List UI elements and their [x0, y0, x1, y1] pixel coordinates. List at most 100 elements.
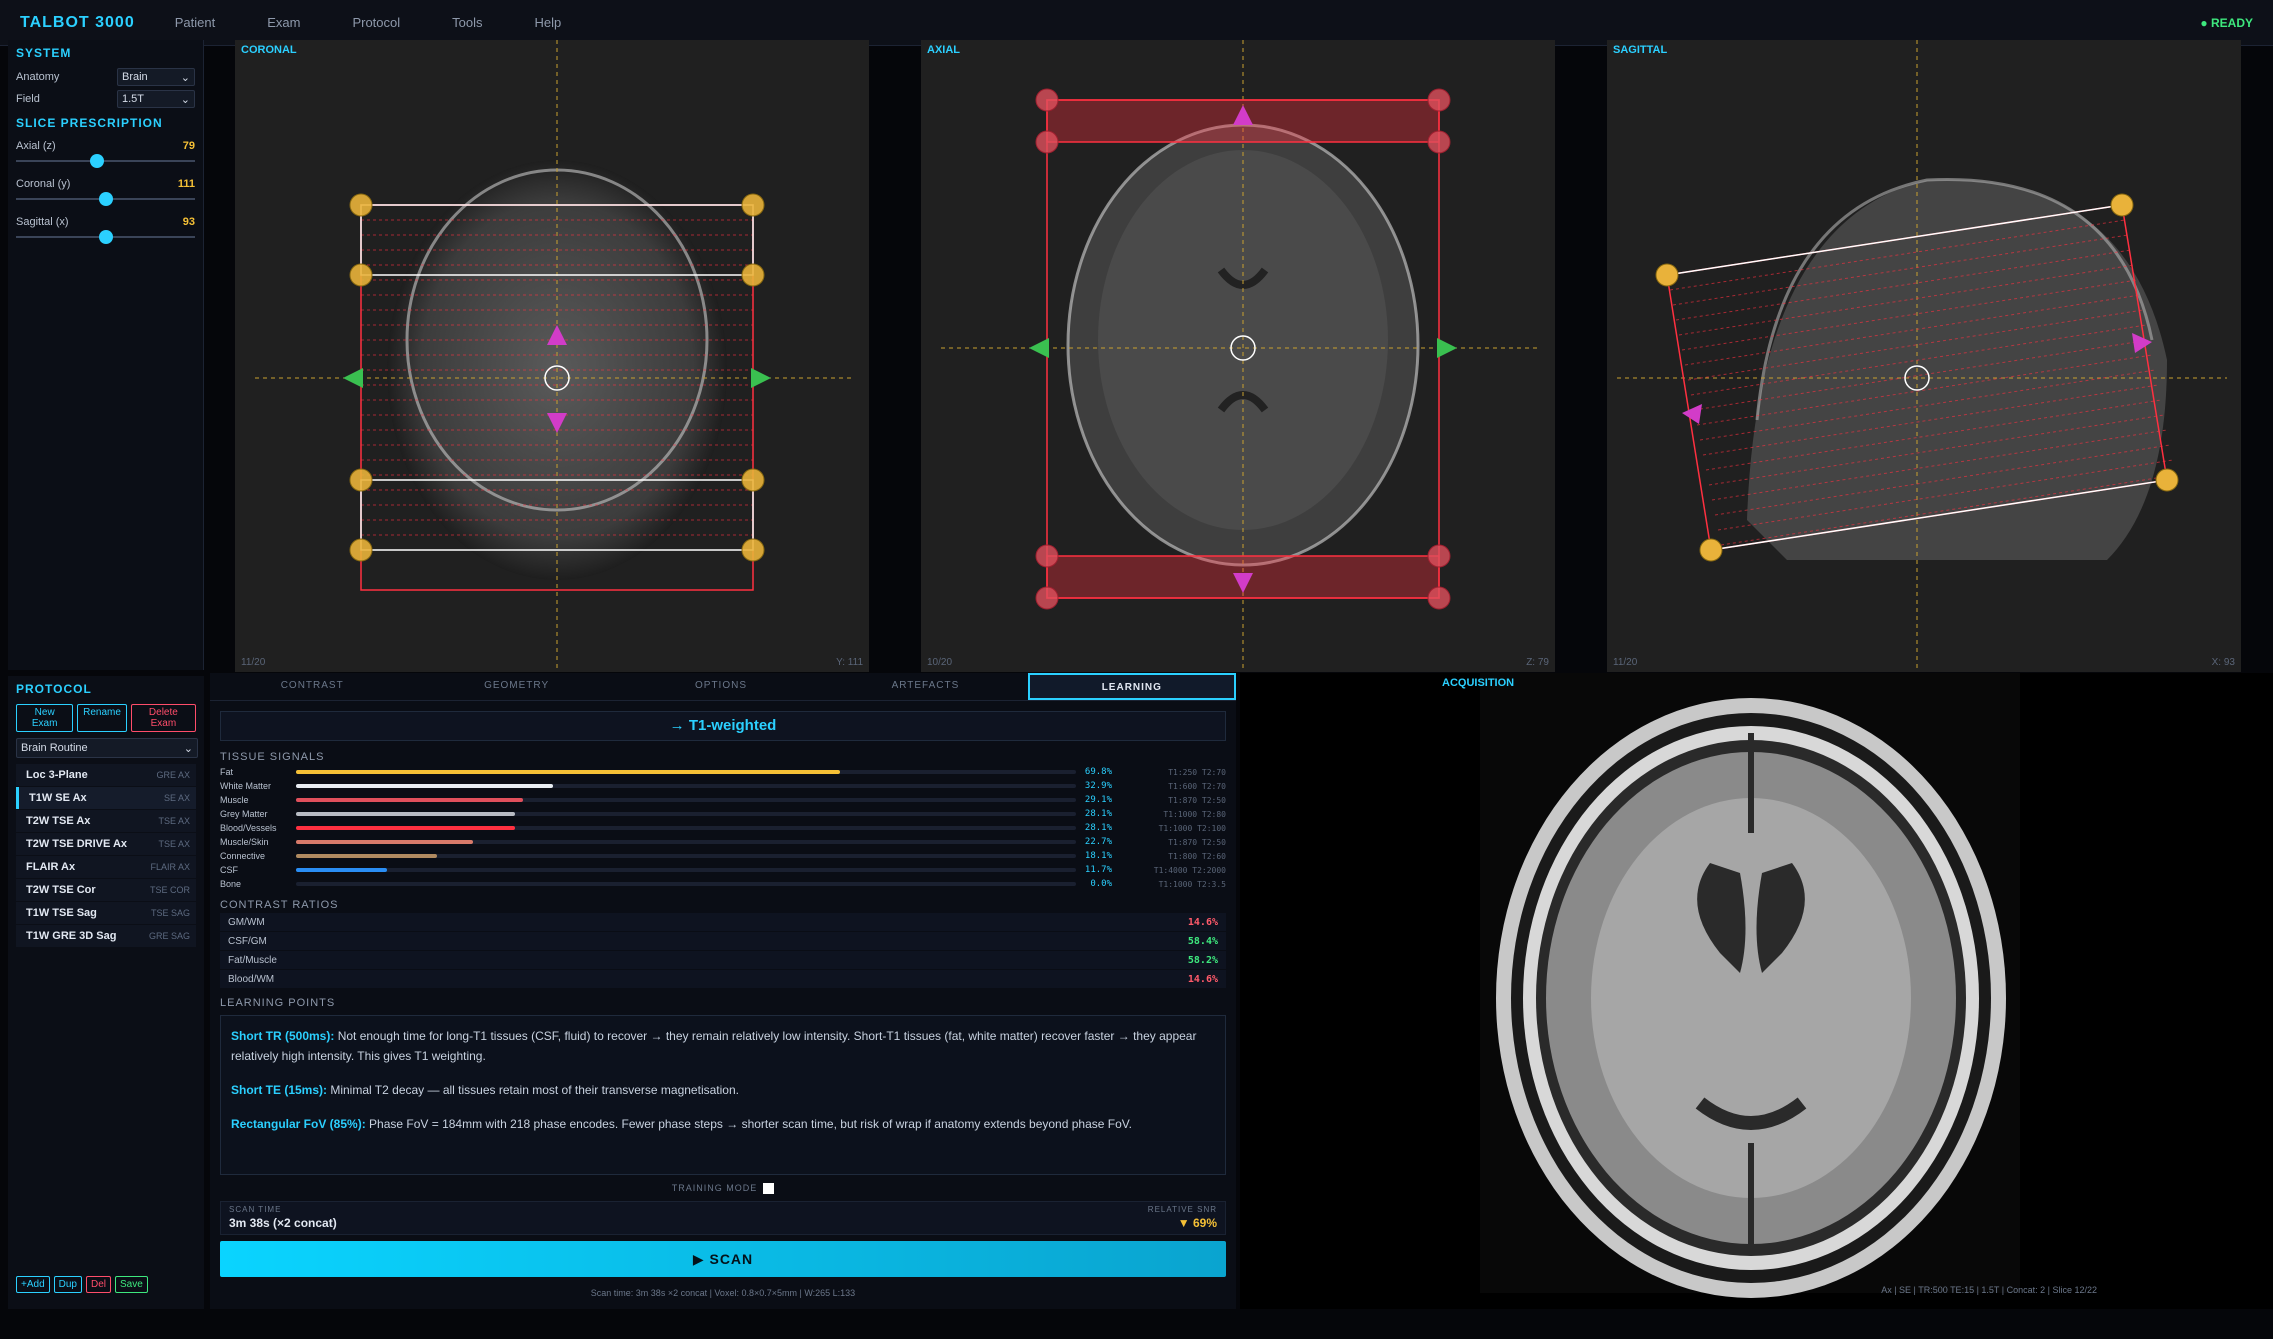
protocol-item[interactable]: FLAIR Ax FLAIR AX [16, 856, 196, 878]
ratio-row: CSF/GM 58.4% [220, 932, 1226, 951]
tissue-bar-track [296, 826, 1076, 830]
sagittal-viewport[interactable]: SAGITTAL 11/20 X: 93 [1607, 40, 2241, 672]
sagittal-slider[interactable] [16, 230, 195, 244]
menu-protocol[interactable]: Protocol [352, 15, 400, 30]
scan-time-label: SCAN TIME [229, 1205, 282, 1214]
anatomy-value: Brain [122, 71, 148, 83]
training-mode-row: TRAINING MODE [210, 1183, 1236, 1195]
menu-tools[interactable]: Tools [452, 15, 482, 30]
add-button[interactable]: +Add [16, 1276, 50, 1293]
del-button[interactable]: Del [86, 1276, 112, 1293]
axial-value: 79 [182, 140, 195, 152]
app-title: TALBOT 3000 [20, 13, 135, 31]
protocol-item[interactable]: T2W TSE Ax TSE AX [16, 810, 196, 832]
tissue-bar-fill [296, 840, 474, 844]
menu-exam[interactable]: Exam [267, 15, 300, 30]
protocol-item-name: Loc 3-Plane [26, 769, 88, 781]
axial-slider[interactable] [16, 154, 195, 168]
tissue-bar-fill [296, 798, 523, 802]
new-exam-button[interactable]: New Exam [16, 704, 74, 732]
contrast-ratios-title: CONTRAST RATIOS [220, 899, 339, 911]
menu-patient[interactable]: Patient [175, 15, 215, 30]
protocol-item[interactable]: Loc 3-Plane GRE AX [16, 764, 196, 786]
ratio-row: Blood/WM 14.6% [220, 970, 1226, 989]
slider-knob[interactable] [98, 192, 113, 206]
menu-help[interactable]: Help [535, 15, 562, 30]
routine-select[interactable]: Brain Routine ⌄ [16, 738, 198, 758]
scan-button[interactable]: ▶ SCAN [220, 1241, 1226, 1277]
scan-time-value: 3m 38s (×2 concat) [229, 1216, 337, 1230]
axial-viewport[interactable]: AXIAL 10/20 Z: 79 [921, 40, 1555, 672]
learning-points-title: LEARNING POINTS [220, 997, 336, 1009]
anatomy-select[interactable]: Brain ⌄ [117, 68, 195, 86]
learning-point: Short TR (500ms): Not enough time for lo… [231, 1026, 1215, 1066]
snr-value: ▼ 69% [1177, 1216, 1217, 1230]
tissue-row: CSF 11.7% T1:4000 T2:2000 [210, 863, 1236, 877]
coronal-position: Y: 111 [836, 657, 863, 668]
protocol-item[interactable]: T2W TSE DRIVE Ax TSE AX [16, 833, 196, 855]
sagittal-label: SAGITTAL [1613, 44, 1668, 56]
tissue-relaxation: T1:4000 T2:2000 [1153, 865, 1226, 875]
tissue-name: Fat [220, 767, 234, 777]
dup-button[interactable]: Dup [53, 1276, 82, 1293]
slice-title: SLICE PRESCRIPTION [16, 116, 163, 130]
sagittal-slice-index: 11/20 [1613, 657, 1638, 668]
sagittal-image[interactable] [1607, 40, 2241, 672]
tissue-name: Bone [220, 879, 242, 889]
tab-geometry[interactable]: GEOMETRY [414, 673, 618, 700]
tissue-name: Muscle/Skin [220, 837, 269, 847]
tissue-row: Muscle 29.1% T1:870 T2:50 [210, 793, 1236, 807]
protocol-item-type: SE AX [163, 793, 190, 803]
protocol-item[interactable]: T1W TSE Sag TSE SAG [16, 902, 196, 924]
tissue-bar-track [296, 798, 1076, 802]
tab-learning[interactable]: LEARNING [1027, 673, 1237, 700]
anatomy-row: Anatomy Brain ⌄ [8, 66, 203, 88]
ratio-value: 14.6% [1187, 973, 1218, 985]
tissue-relaxation: T1:250 T2:70 [1168, 767, 1226, 777]
training-mode-checkbox[interactable] [763, 1183, 775, 1195]
tissue-list: Fat 69.8% T1:250 T2:70 White Matter 32.9% T1:… [210, 765, 1236, 891]
rename-button[interactable]: Rename [77, 704, 127, 732]
tissue-bar-track [296, 854, 1076, 858]
coronal-viewport[interactable]: CORONAL 11/20 Y: 111 [235, 40, 869, 672]
coronal-label: Coronal (y) [16, 178, 71, 190]
coronal-slider[interactable] [16, 192, 195, 206]
tab-contrast[interactable]: CONTRAST [210, 673, 414, 700]
axial-image[interactable] [921, 40, 1555, 672]
tissue-pct: 18.1% [1084, 851, 1112, 861]
tissue-relaxation: T1:800 T2:60 [1168, 851, 1226, 861]
ratio-name: Blood/WM [228, 973, 275, 985]
slider-knob[interactable] [89, 154, 104, 168]
learning-point-body: Minimal T2 decay — all tissues retain mo… [327, 1083, 739, 1097]
weighting-headline: → T1-weighted [220, 711, 1226, 741]
axial-position: Z: 79 [1526, 657, 1549, 668]
chevron-down-icon: ⌄ [180, 93, 190, 106]
protocol-item[interactable]: T1W GRE 3D Sag GRE SAG [16, 925, 196, 947]
tissue-row: Connective 18.1% T1:800 T2:60 [210, 849, 1236, 863]
learning-point-head: Short TR (500ms): [231, 1029, 335, 1043]
acquisition-image[interactable] [1240, 673, 2273, 1309]
protocol-item[interactable]: T2W TSE Cor TSE COR [16, 879, 196, 901]
ratio-list: GM/WM 14.6% CSF/GM 58.4% Fat/Muscle 58.2% B… [210, 913, 1236, 989]
coronal-image[interactable] [235, 40, 869, 672]
tissue-bar-track [296, 812, 1076, 816]
protocol-item-name: T2W TSE Cor [26, 884, 96, 896]
save-button[interactable]: Save [115, 1276, 148, 1293]
tissue-bar-fill [296, 770, 841, 774]
learning-point-head: Short TE (15ms): [231, 1083, 328, 1097]
coronal-slice-index: 11/20 [241, 657, 266, 668]
slider-knob[interactable] [98, 230, 113, 244]
tissue-pct: 69.8% [1084, 767, 1112, 777]
tab-options[interactable]: OPTIONS [619, 673, 823, 700]
protocol-item-active[interactable]: T1W SE Ax SE AX [16, 787, 196, 809]
delete-exam-button[interactable]: Delete Exam [130, 704, 196, 732]
tissue-row: White Matter 32.9% T1:600 T2:70 [210, 779, 1236, 793]
axial-slider-label: Axial (z) 79 [8, 136, 203, 152]
exam-actions: New Exam Rename Delete Exam [8, 702, 204, 738]
field-select[interactable]: 1.5T ⌄ [117, 90, 195, 108]
tissue-row: Fat 69.8% T1:250 T2:70 [210, 765, 1236, 779]
learning-points-box[interactable]: Short TR (500ms): Not enough time for lo… [220, 1015, 1226, 1175]
axial-slice-index: 10/20 [927, 657, 953, 668]
tab-artefacts[interactable]: ARTEFACTS [823, 673, 1027, 700]
tissue-name: Connective [220, 851, 266, 861]
